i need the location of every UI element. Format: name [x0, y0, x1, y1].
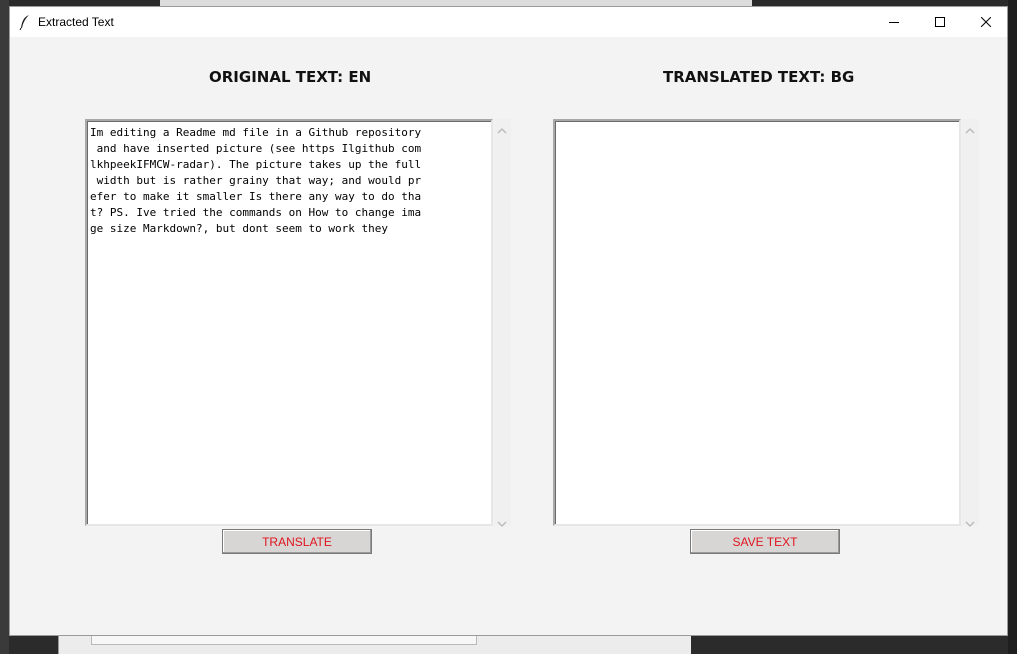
title-bar[interactable]: Extracted Text	[10, 7, 1007, 37]
original-text-line: lkhpeekIFMCW-radar). The picture takes u…	[90, 158, 422, 171]
translated-text-scrollbar[interactable]	[962, 119, 979, 527]
translated-text-area[interactable]	[553, 119, 961, 526]
original-text-line: and have inserted picture (see https Ilg…	[90, 142, 422, 155]
translated-text-heading: TRANSLATED TEXT: BG	[663, 68, 855, 86]
scroll-down-arrow-icon[interactable]	[497, 515, 507, 527]
original-text-content: Im editing a Readme md file in a Github …	[90, 125, 488, 237]
background-desktop-right	[1008, 0, 1017, 654]
window-title: Extracted Text	[38, 15, 114, 29]
original-text-line: t? PS. Ive tried the commands on How to …	[90, 206, 422, 219]
background-desktop-left	[0, 0, 9, 654]
maximize-button[interactable]	[917, 7, 963, 37]
close-button[interactable]	[963, 7, 1009, 37]
original-text-scrollbar[interactable]	[494, 119, 511, 527]
client-area: ORIGINAL TEXT: EN TRANSLATED TEXT: BG Im…	[10, 37, 1007, 635]
scroll-down-arrow-icon[interactable]	[965, 515, 975, 527]
original-text-line: Im editing a Readme md file in a Github …	[90, 126, 422, 139]
background-window-bottom	[58, 636, 691, 654]
scroll-up-arrow-icon[interactable]	[965, 122, 975, 134]
scroll-up-arrow-icon[interactable]	[497, 122, 507, 134]
maximize-icon	[935, 17, 945, 27]
original-text-line: efer to make it smaller Is there any way…	[90, 190, 422, 203]
close-icon	[981, 17, 991, 27]
minimize-icon	[889, 17, 899, 27]
translate-button[interactable]: TRANSLATE	[222, 529, 372, 554]
app-window: Extracted Text ORIGINAL TEXT: EN TRANSLA…	[9, 6, 1008, 636]
original-text-line: width but is rather grainy that way; and…	[90, 174, 422, 187]
background-field	[91, 636, 477, 645]
original-text-heading: ORIGINAL TEXT: EN	[209, 68, 372, 86]
original-text-line: ge size Markdown?, but dont seem to work…	[90, 222, 389, 235]
feather-icon	[19, 14, 31, 31]
minimize-button[interactable]	[871, 7, 917, 37]
original-text-area[interactable]: Im editing a Readme md file in a Github …	[85, 119, 493, 526]
save-text-button[interactable]: SAVE TEXT	[690, 529, 840, 554]
